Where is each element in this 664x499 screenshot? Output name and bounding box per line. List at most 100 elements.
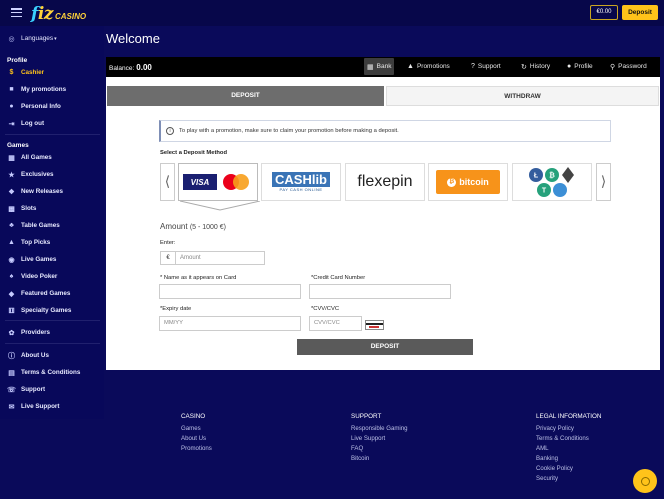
sidebar-item-video-poker[interactable]: ♠ Video Poker — [7, 272, 58, 281]
footer-link[interactable]: Terms & Conditions — [536, 435, 601, 442]
method-crypto[interactable]: Ł ₿ T — [512, 163, 592, 201]
footer-heading: LEGAL INFORMATION — [536, 413, 602, 420]
tab-history[interactable]: ↻ History — [521, 58, 550, 75]
sidebar-item-label: Live Support — [21, 403, 60, 410]
sidebar-item-top-picks[interactable]: ▲ Top Picks — [7, 238, 50, 247]
chat-fab-button[interactable] — [633, 469, 657, 493]
sidebar-item-exclusives[interactable]: ★ Exclusives — [7, 170, 53, 179]
sidebar-item-all-games[interactable]: ▦ All Games — [7, 153, 52, 162]
method-flexepin[interactable]: flexepin — [345, 163, 425, 201]
cashlib-text: CASHlib — [272, 172, 330, 187]
sidebar-item-table-games[interactable]: ♣ Table Games — [7, 221, 60, 230]
footer-link[interactable]: Games — [181, 425, 212, 432]
tab-bank[interactable]: ▦ Bank — [364, 58, 395, 75]
submit-deposit-button[interactable]: DEPOSIT — [297, 339, 473, 355]
sidebar-item-personal-info[interactable]: ● Personal Info — [7, 102, 61, 111]
cashier-header: Balance: 0.00 ▦ Bank ▲ Promotions ? Support … — [106, 57, 660, 77]
games-heading: Games — [7, 142, 29, 149]
card-back-icon — [365, 320, 384, 330]
bitcoin-logo: ₿ bitcoin — [436, 170, 500, 194]
selected-pointer — [180, 201, 260, 211]
sidebar-item-label: Table Games — [21, 222, 60, 229]
tab-profile[interactable]: ● Profile — [567, 58, 593, 75]
sidebar-item-support[interactable]: ☏ Support — [7, 385, 45, 394]
nav-label: Promotions — [416, 63, 450, 70]
sidebar-item-label: Support — [21, 386, 46, 393]
sidebar: ◎ Languages ▾ Profile $ Cashier ■ My promot… — [0, 26, 104, 419]
flexepin-logo: flexepin — [357, 173, 413, 190]
sidebar-item-specialty-games[interactable]: ⚅ Specialty Games — [7, 306, 71, 315]
method-bitcoin[interactable]: ₿ bitcoin — [428, 163, 508, 201]
sidebar-item-label: Specialty Games — [21, 307, 72, 314]
languages-selector[interactable]: ◎ Languages ▾ — [7, 34, 57, 43]
mastercard-logo — [223, 174, 249, 190]
amount-placeholder: Amount — [180, 255, 201, 261]
amount-input[interactable]: € Amount — [160, 251, 265, 265]
name-label: * Name as it appears on Card — [160, 275, 237, 281]
sidebar-item-slots[interactable]: ▩ Slots — [7, 204, 36, 213]
expiry-label: *Expiry date — [160, 306, 192, 312]
sidebar-item-log-out[interactable]: ⇥ Log out — [7, 119, 45, 128]
new-icon: ❖ — [8, 188, 15, 196]
card-number-input[interactable] — [309, 284, 451, 299]
footer-link[interactable]: Responsible Gaming — [351, 425, 408, 432]
expiry-input[interactable]: MM/YY — [159, 316, 301, 331]
sidebar-item-my-promotions[interactable]: ■ My promotions — [7, 85, 66, 94]
sidebar-item-label: New Releases — [21, 188, 64, 195]
cvv-input[interactable]: CVV/CVC — [309, 316, 362, 331]
deposit-button[interactable]: Deposit — [622, 5, 658, 20]
footer-link[interactable]: About Us — [181, 435, 212, 442]
tab-deposit[interactable]: DEPOSIT — [107, 86, 384, 106]
bank-icon: ▦ — [367, 63, 374, 71]
carousel-next-button[interactable]: ⟩ — [596, 163, 611, 201]
sidebar-item-new-releases[interactable]: ❖ New Releases — [7, 187, 63, 196]
sidebar-item-live-support[interactable]: ✉ Live Support — [7, 402, 60, 411]
cvv-label: *CVV/CVC — [311, 306, 340, 312]
profile-heading: Profile — [7, 57, 28, 64]
footer-link[interactable]: Bitcoin — [351, 455, 408, 462]
footer-link[interactable]: Banking — [536, 455, 601, 462]
divider — [5, 134, 100, 135]
tab-withdraw[interactable]: WITHDRAW — [386, 86, 659, 106]
feature-icon: ◆ — [8, 290, 15, 298]
logo[interactable]: fiz CASINO — [31, 4, 86, 24]
cashier-panel: DEPOSIT WITHDRAW i To play with a promot… — [106, 77, 660, 370]
footer-link[interactable]: Security — [536, 475, 601, 482]
sidebar-item-featured-games[interactable]: ◆ Featured Games — [7, 289, 71, 298]
footer-link[interactable]: Privacy Policy — [536, 425, 601, 432]
hamburger-menu-icon[interactable] — [11, 8, 22, 18]
user-icon: ● — [9, 103, 14, 110]
nav-label: Bank — [376, 63, 392, 70]
footer-heading: SUPPORT — [351, 413, 382, 420]
currency-symbol: € — [161, 252, 176, 264]
footer-link[interactable]: AML — [536, 445, 601, 452]
sidebar-item-terms[interactable]: ▤ Terms & Conditions — [7, 368, 80, 377]
sidebar-item-providers[interactable]: ✿ Providers — [7, 328, 51, 337]
sidebar-item-label: Top Picks — [21, 239, 51, 246]
footer-link[interactable]: Promotions — [181, 445, 212, 452]
footer-support: SUPPORT Responsible Gaming Live Support … — [351, 413, 408, 465]
tab-password[interactable]: ⚲ Password — [610, 58, 647, 75]
sidebar-item-label: Terms & Conditions — [21, 369, 81, 376]
tab-promotions[interactable]: ▲ Promotions — [407, 58, 450, 75]
balance-button[interactable]: €0.00 — [590, 5, 618, 20]
footer-link[interactable]: FAQ — [351, 445, 408, 452]
sidebar-item-live-games[interactable]: ◉ Live Games — [7, 255, 56, 264]
sidebar-item-about-us[interactable]: ⓘ About Us — [7, 351, 49, 360]
user-icon: ● — [567, 63, 572, 70]
key-icon: ⚲ — [610, 63, 616, 71]
chat-icon — [640, 476, 650, 486]
caret-down-icon: ▾ — [54, 35, 57, 42]
footer-link[interactable]: Live Support — [351, 435, 408, 442]
method-visa-mastercard[interactable]: VISA — [178, 163, 258, 201]
sidebar-item-cashier[interactable]: $ Cashier — [7, 68, 45, 77]
carousel-prev-button[interactable]: ⟨ — [160, 163, 175, 201]
footer-casino: CASINO Games About Us Promotions — [181, 413, 212, 455]
tab-support[interactable]: ? Support — [471, 58, 501, 75]
chat-icon: ✉ — [8, 403, 15, 411]
method-cashlib[interactable]: CASHlib PAY CASH ONLINE — [261, 163, 341, 201]
footer-link[interactable]: Cookie Policy — [536, 465, 601, 472]
logo-sub: CASINO — [54, 12, 87, 21]
sidebar-item-label: Personal Info — [21, 103, 61, 110]
name-on-card-input[interactable] — [159, 284, 301, 299]
